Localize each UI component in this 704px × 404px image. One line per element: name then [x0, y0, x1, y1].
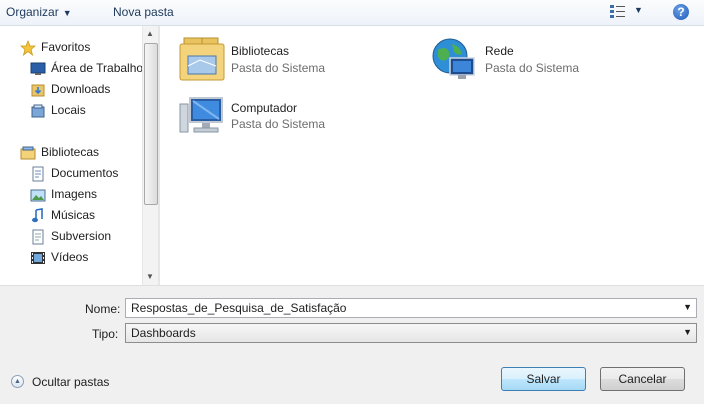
help-icon[interactable]: ? [673, 4, 689, 20]
view-options-chevron-icon[interactable]: ▼ [634, 5, 643, 15]
chevron-up-icon: ▲ [11, 375, 24, 388]
subversion-library-icon [32, 229, 44, 245]
file-type-value: Dashboards [131, 326, 196, 340]
downloads-folder-icon [31, 84, 45, 97]
navigation-pane: Favoritos Área de Trabalho Downloads Loc… [0, 26, 143, 285]
scrollbar-thumb[interactable] [144, 43, 158, 205]
star-icon [20, 40, 36, 56]
name-label: Nome: [85, 302, 121, 316]
chevron-down-icon[interactable]: ▼ [683, 302, 692, 312]
cancel-button[interactable]: Cancelar [600, 367, 685, 391]
network-globe-icon [432, 38, 475, 79]
videos-icon [31, 252, 45, 264]
save-button[interactable]: Salvar [501, 367, 586, 391]
chevron-down-icon: ▼ [683, 327, 692, 337]
type-label: Tipo: [92, 327, 119, 341]
computer-icon [179, 97, 223, 133]
organize-button[interactable]: Organizar ▼ [6, 4, 72, 21]
libraries-folder-icon [179, 37, 225, 81]
new-folder-button[interactable]: Nova pasta [113, 4, 174, 21]
file-type-select[interactable]: Dashboards ▼ [125, 323, 697, 343]
file-name-value: Respostas_de_Pesquisa_de_Satisfação [131, 301, 347, 315]
file-view: Bibliotecas Pasta do Sistema Rede Pasta … [160, 26, 704, 285]
music-icon [32, 208, 43, 223]
scroll-down-icon[interactable]: ▼ [146, 272, 154, 281]
scroll-up-icon[interactable]: ▲ [146, 29, 154, 38]
images-icon [30, 189, 46, 202]
libraries-icon [20, 146, 36, 160]
navigation-scrollbar[interactable]: ▲ ▼ [142, 26, 159, 285]
desktop-icon [30, 62, 46, 75]
toolbar: Organizar ▼ Nova pasta ▼ ? [0, 0, 704, 26]
save-form: Nome: Respostas_de_Pesquisa_de_Satisfaçã… [0, 285, 704, 404]
file-name-field[interactable]: Respostas_de_Pesquisa_de_Satisfação ▼ [125, 298, 697, 318]
change-view-icon[interactable] [610, 5, 626, 19]
recent-places-icon [31, 104, 45, 118]
chevron-down-icon: ▼ [62, 8, 72, 18]
documents-icon [32, 166, 44, 182]
